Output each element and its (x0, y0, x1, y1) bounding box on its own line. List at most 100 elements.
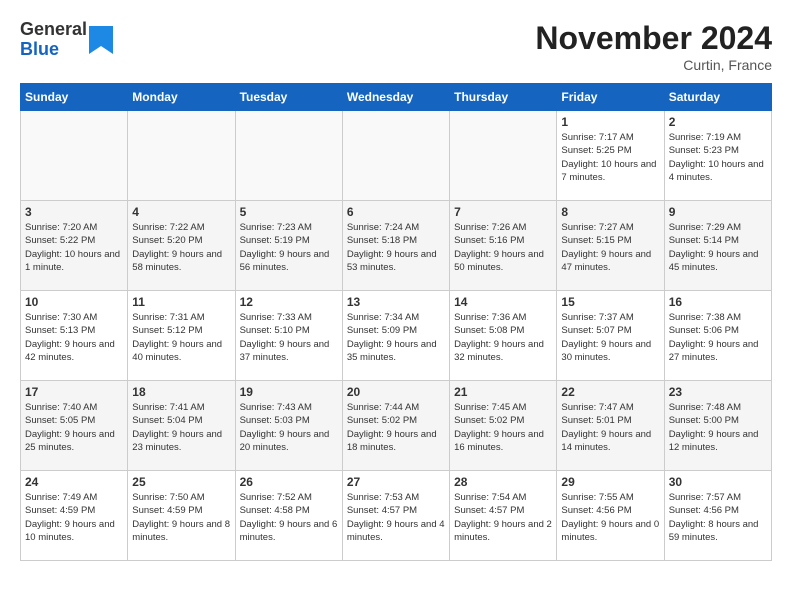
day-info: Sunrise: 7:49 AM Sunset: 4:59 PM Dayligh… (25, 491, 123, 544)
logo: General Blue (20, 20, 115, 60)
calendar-cell: 24 Sunrise: 7:49 AM Sunset: 4:59 PM Dayli… (21, 471, 128, 561)
calendar-cell: 12 Sunrise: 7:33 AM Sunset: 5:10 PM Dayli… (235, 291, 342, 381)
calendar-week-2: 3 Sunrise: 7:20 AM Sunset: 5:22 PM Daylig… (21, 201, 772, 291)
day-number: 11 (132, 295, 230, 309)
day-info: Sunrise: 7:30 AM Sunset: 5:13 PM Dayligh… (25, 311, 123, 364)
calendar-cell (235, 111, 342, 201)
day-info: Sunrise: 7:43 AM Sunset: 5:03 PM Dayligh… (240, 401, 338, 454)
day-number: 19 (240, 385, 338, 399)
weekday-header-friday: Friday (557, 84, 664, 111)
calendar-table: SundayMondayTuesdayWednesdayThursdayFrid… (20, 83, 772, 561)
title-area: November 2024 Curtin, France (535, 20, 772, 73)
day-info: Sunrise: 7:23 AM Sunset: 5:19 PM Dayligh… (240, 221, 338, 274)
calendar-cell: 26 Sunrise: 7:52 AM Sunset: 4:58 PM Dayli… (235, 471, 342, 561)
day-info: Sunrise: 7:44 AM Sunset: 5:02 PM Dayligh… (347, 401, 445, 454)
day-number: 4 (132, 205, 230, 219)
day-info: Sunrise: 7:19 AM Sunset: 5:23 PM Dayligh… (669, 131, 767, 184)
day-number: 6 (347, 205, 445, 219)
calendar-cell: 22Sunrise: 7:47 AM Sunset: 5:01 PM Dayli… (557, 381, 664, 471)
calendar-cell: 18 Sunrise: 7:41 AM Sunset: 5:04 PM Dayli… (128, 381, 235, 471)
day-number: 23 (669, 385, 767, 399)
calendar-cell: 29 Sunrise: 7:55 AM Sunset: 4:56 PM Dayli… (557, 471, 664, 561)
day-info: Sunrise: 7:52 AM Sunset: 4:58 PM Dayligh… (240, 491, 338, 544)
day-info: Sunrise: 7:27 AM Sunset: 5:15 PM Dayligh… (561, 221, 659, 274)
calendar-cell: 2 Sunrise: 7:19 AM Sunset: 5:23 PM Daylig… (664, 111, 771, 201)
day-number: 17 (25, 385, 123, 399)
day-number: 26 (240, 475, 338, 489)
calendar-body: 1 Sunrise: 7:17 AM Sunset: 5:25 PM Daylig… (21, 111, 772, 561)
calendar-cell: 6 Sunrise: 7:24 AM Sunset: 5:18 PM Daylig… (342, 201, 449, 291)
calendar-cell: 21 Sunrise: 7:45 AM Sunset: 5:02 PM Dayli… (450, 381, 557, 471)
calendar-cell: 28 Sunrise: 7:54 AM Sunset: 4:57 PM Dayli… (450, 471, 557, 561)
calendar-cell: 8 Sunrise: 7:27 AM Sunset: 5:15 PM Daylig… (557, 201, 664, 291)
calendar-cell (128, 111, 235, 201)
day-number: 27 (347, 475, 445, 489)
day-info: Sunrise: 7:47 AM Sunset: 5:01 PM Dayligh… (561, 401, 659, 454)
calendar-cell (21, 111, 128, 201)
day-info: Sunrise: 7:29 AM Sunset: 5:14 PM Dayligh… (669, 221, 767, 274)
day-info: Sunrise: 7:24 AM Sunset: 5:18 PM Dayligh… (347, 221, 445, 274)
location: Curtin, France (535, 57, 772, 73)
calendar-cell: 15 Sunrise: 7:37 AM Sunset: 5:07 PM Dayli… (557, 291, 664, 381)
day-info: Sunrise: 7:54 AM Sunset: 4:57 PM Dayligh… (454, 491, 552, 544)
logo-general: General (20, 20, 87, 40)
day-number: 1 (561, 115, 659, 129)
day-number: 2 (669, 115, 767, 129)
weekday-header-wednesday: Wednesday (342, 84, 449, 111)
day-number: 7 (454, 205, 552, 219)
calendar-cell: 10Sunrise: 7:30 AM Sunset: 5:13 PM Dayli… (21, 291, 128, 381)
day-number: 24 (25, 475, 123, 489)
calendar-cell: 9Sunrise: 7:29 AM Sunset: 5:14 PM Daylig… (664, 201, 771, 291)
weekday-header-sunday: Sunday (21, 84, 128, 111)
calendar-cell: 1 Sunrise: 7:17 AM Sunset: 5:25 PM Daylig… (557, 111, 664, 201)
header-row: SundayMondayTuesdayWednesdayThursdayFrid… (21, 84, 772, 111)
day-info: Sunrise: 7:37 AM Sunset: 5:07 PM Dayligh… (561, 311, 659, 364)
calendar-cell (450, 111, 557, 201)
calendar-cell: 14Sunrise: 7:36 AM Sunset: 5:08 PM Dayli… (450, 291, 557, 381)
day-info: Sunrise: 7:26 AM Sunset: 5:16 PM Dayligh… (454, 221, 552, 274)
day-number: 8 (561, 205, 659, 219)
day-number: 16 (669, 295, 767, 309)
calendar-cell: 30Sunrise: 7:57 AM Sunset: 4:56 PM Dayli… (664, 471, 771, 561)
day-number: 18 (132, 385, 230, 399)
day-info: Sunrise: 7:45 AM Sunset: 5:02 PM Dayligh… (454, 401, 552, 454)
day-number: 3 (25, 205, 123, 219)
day-number: 5 (240, 205, 338, 219)
calendar-cell: 3 Sunrise: 7:20 AM Sunset: 5:22 PM Daylig… (21, 201, 128, 291)
day-number: 15 (561, 295, 659, 309)
calendar-cell: 11 Sunrise: 7:31 AM Sunset: 5:12 PM Dayli… (128, 291, 235, 381)
logo-blue: Blue (20, 40, 87, 60)
day-info: Sunrise: 7:17 AM Sunset: 5:25 PM Dayligh… (561, 131, 659, 184)
day-number: 29 (561, 475, 659, 489)
day-info: Sunrise: 7:41 AM Sunset: 5:04 PM Dayligh… (132, 401, 230, 454)
day-number: 28 (454, 475, 552, 489)
day-info: Sunrise: 7:38 AM Sunset: 5:06 PM Dayligh… (669, 311, 767, 364)
day-info: Sunrise: 7:40 AM Sunset: 5:05 PM Dayligh… (25, 401, 123, 454)
day-info: Sunrise: 7:31 AM Sunset: 5:12 PM Dayligh… (132, 311, 230, 364)
day-number: 13 (347, 295, 445, 309)
calendar-cell: 16 Sunrise: 7:38 AM Sunset: 5:06 PM Dayli… (664, 291, 771, 381)
day-info: Sunrise: 7:33 AM Sunset: 5:10 PM Dayligh… (240, 311, 338, 364)
weekday-header-thursday: Thursday (450, 84, 557, 111)
calendar-cell: 13 Sunrise: 7:34 AM Sunset: 5:09 PM Dayli… (342, 291, 449, 381)
calendar-week-5: 24 Sunrise: 7:49 AM Sunset: 4:59 PM Dayli… (21, 471, 772, 561)
day-info: Sunrise: 7:48 AM Sunset: 5:00 PM Dayligh… (669, 401, 767, 454)
weekday-header-tuesday: Tuesday (235, 84, 342, 111)
day-info: Sunrise: 7:20 AM Sunset: 5:22 PM Dayligh… (25, 221, 123, 274)
day-info: Sunrise: 7:34 AM Sunset: 5:09 PM Dayligh… (347, 311, 445, 364)
day-info: Sunrise: 7:57 AM Sunset: 4:56 PM Dayligh… (669, 491, 767, 544)
calendar-cell (342, 111, 449, 201)
calendar-cell: 23 Sunrise: 7:48 AM Sunset: 5:00 PM Dayli… (664, 381, 771, 471)
calendar-cell: 25Sunrise: 7:50 AM Sunset: 4:59 PM Dayli… (128, 471, 235, 561)
calendar-cell: 19 Sunrise: 7:43 AM Sunset: 5:03 PM Dayli… (235, 381, 342, 471)
day-info: Sunrise: 7:55 AM Sunset: 4:56 PM Dayligh… (561, 491, 659, 544)
day-number: 14 (454, 295, 552, 309)
calendar-cell: 27Sunrise: 7:53 AM Sunset: 4:57 PM Dayli… (342, 471, 449, 561)
day-number: 21 (454, 385, 552, 399)
calendar-cell: 5 Sunrise: 7:23 AM Sunset: 5:19 PM Daylig… (235, 201, 342, 291)
day-info: Sunrise: 7:22 AM Sunset: 5:20 PM Dayligh… (132, 221, 230, 274)
logo-icon (89, 26, 113, 54)
calendar-cell: 4 Sunrise: 7:22 AM Sunset: 5:20 PM Daylig… (128, 201, 235, 291)
day-number: 12 (240, 295, 338, 309)
weekday-header-saturday: Saturday (664, 84, 771, 111)
